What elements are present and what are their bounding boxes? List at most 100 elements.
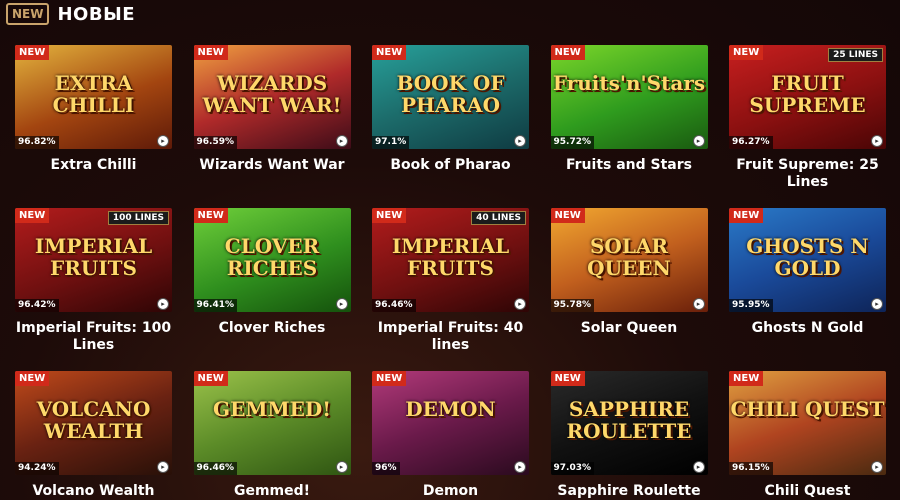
game-card[interactable]: CHILI QUEST NEW 96.15% ▸ Chili Quest [729,371,886,500]
provider-icon: ▸ [335,298,348,310]
new-badge: NEW [372,45,407,60]
rtp-label: 96.15% [729,462,773,475]
rtp-label: 96.46% [372,299,416,312]
rtp-label: 97.1% [372,136,410,149]
game-logo-art: VOLCANO WEALTH [36,397,151,444]
game-logo-art: Fruits'n'Stars [552,71,706,96]
provider-icon: ▸ [871,298,883,310]
provider-icon: ▸ [871,461,883,473]
game-name[interactable]: Extra Chilli [15,157,172,174]
game-name[interactable]: Gemmed! [194,483,351,500]
game-logo-art: FRUIT SUPREME [749,71,866,118]
game-card[interactable]: IMPERIAL FRUITS NEW 100 LINES 96.42% ▸ Imperi… [15,208,172,354]
game-thumbnail[interactable]: EXTRA CHILLI NEW 96.82% ▸ [15,45,172,149]
game-logo-art: SOLAR QUEEN [587,234,671,281]
rtp-label: 96.82% [15,136,59,149]
game-thumbnail[interactable]: SAPPHIRE ROULETTE NEW 97.03% ▸ [550,371,708,475]
game-card[interactable]: SAPPHIRE ROULETTE NEW 97.03% ▸ Sapphire Roul… [550,371,708,500]
game-logo-art: GHOSTS N GOLD [746,234,869,281]
provider-icon: ▸ [335,135,348,147]
game-thumbnail[interactable]: DEMON NEW 96% ▸ [372,371,529,475]
game-thumbnail[interactable]: WIZARDS WANT WAR! NEW 96.59% ▸ [193,45,351,149]
game-name[interactable]: Sapphire Roulette [551,483,708,500]
provider-icon: ▸ [157,461,169,473]
rtp-label: 96.41% [193,299,237,312]
lines-badge: 100 LINES [107,211,169,225]
game-card[interactable]: FRUIT SUPREME NEW 25 LINES 96.27% ▸ Fruit Sup… [729,45,886,191]
game-name[interactable]: Ghosts N Gold [729,320,886,337]
game-name[interactable]: Fruits and Stars [551,157,708,174]
rtp-label: 94.24% [15,462,59,475]
game-logo-art: SAPPHIRE ROULETTE [566,397,692,444]
game-card[interactable]: Fruits'n'Stars NEW 95.72% ▸ Fruits and Stars [550,45,708,174]
game-name[interactable]: Volcano Wealth [15,483,172,500]
new-badge: NEW [15,208,50,223]
game-card[interactable]: VOLCANO WEALTH NEW 94.24% ▸ Volcano Wealth [15,371,172,500]
game-card[interactable]: EXTRA CHILLI NEW 96.82% ▸ Extra Chilli [15,45,172,174]
rtp-label: 96.42% [15,299,59,312]
provider-icon: ▸ [514,461,526,473]
section-header: NEW НОВЫЕ [6,2,135,26]
new-badge: NEW [15,371,50,386]
game-thumbnail[interactable]: GHOSTS N GOLD NEW 95.95% ▸ [729,208,886,312]
game-logo-art: WIZARDS WANT WAR! [202,71,342,118]
game-thumbnail[interactable]: FRUIT SUPREME NEW 25 LINES 96.27% ▸ [729,45,886,149]
game-name[interactable]: Fruit Supreme: 25 Lines [729,157,886,191]
rtp-label: 95.95% [729,299,773,312]
game-logo-art: EXTRA CHILLI [52,71,135,118]
game-card[interactable]: SOLAR QUEEN NEW 95.78% ▸ Solar Queen [550,208,708,337]
new-section-badge: NEW [6,3,50,25]
game-thumbnail[interactable]: IMPERIAL FRUITS NEW 100 LINES 96.42% ▸ [15,208,172,312]
provider-icon: ▸ [514,135,526,147]
game-logo-art: IMPERIAL FRUITS [34,234,153,281]
game-card[interactable]: WIZARDS WANT WAR! NEW 96.59% ▸ Wizards Want … [193,45,351,174]
game-thumbnail[interactable]: VOLCANO WEALTH NEW 94.24% ▸ [15,371,172,475]
rtp-label: 96.46% [193,462,237,475]
game-logo-art: GEMMED! [213,397,331,422]
lines-badge: 40 LINES [471,211,526,225]
provider-icon: ▸ [157,135,169,147]
game-card[interactable]: BOOK OF PHARAO NEW 97.1% ▸ Book of Pharao [372,45,529,174]
game-thumbnail[interactable]: IMPERIAL FRUITS NEW 40 LINES 96.46% ▸ [372,208,529,312]
game-logo-art: BOOK OF PHARAO [396,71,505,118]
provider-icon: ▸ [871,135,883,147]
game-thumbnail[interactable]: GEMMED! NEW 96.46% ▸ [193,371,351,475]
game-name[interactable]: Imperial Fruits: 40 lines [372,320,529,354]
game-name[interactable]: Wizards Want War [194,157,351,174]
rtp-label: 96.27% [729,136,773,149]
game-thumbnail[interactable]: SOLAR QUEEN NEW 95.78% ▸ [550,208,708,312]
game-thumbnail[interactable]: CLOVER RICHES NEW 96.41% ▸ [193,208,351,312]
game-name[interactable]: Demon [372,483,529,500]
game-card[interactable]: GEMMED! NEW 96.46% ▸ Gemmed! [193,371,351,500]
section-title: НОВЫЕ [57,3,136,25]
new-badge: NEW [729,208,764,223]
game-name[interactable]: Imperial Fruits: 100 Lines [15,320,172,354]
rtp-label: 97.03% [550,462,594,475]
new-badge: NEW [372,371,407,386]
game-name[interactable]: Book of Pharao [372,157,529,174]
provider-icon: ▸ [514,298,526,310]
game-thumbnail[interactable]: CHILI QUEST NEW 96.15% ▸ [729,371,886,475]
game-name[interactable]: Clover Riches [194,320,351,337]
game-name[interactable]: Chili Quest [729,483,886,500]
game-card[interactable]: IMPERIAL FRUITS NEW 40 LINES 96.46% ▸ Imperia… [372,208,529,354]
lines-badge: 25 LINES [828,48,883,62]
new-badge: NEW [729,371,764,386]
new-badge: NEW [193,45,228,60]
rtp-label: 96.59% [193,136,237,149]
game-name[interactable]: Solar Queen [551,320,708,337]
new-badge: NEW [550,45,585,60]
game-thumbnail[interactable]: Fruits'n'Stars NEW 95.72% ▸ [550,45,708,149]
new-badge: NEW [372,208,407,223]
provider-icon: ▸ [335,461,348,473]
game-logo-art: IMPERIAL FRUITS [391,234,510,281]
provider-icon: ▸ [692,298,705,310]
provider-icon: ▸ [692,135,705,147]
new-badge: NEW [193,371,228,386]
provider-icon: ▸ [692,461,705,473]
game-card[interactable]: DEMON NEW 96% ▸ Demon [372,371,529,500]
game-card[interactable]: CLOVER RICHES NEW 96.41% ▸ Clover Riches [193,208,351,337]
provider-icon: ▸ [157,298,169,310]
game-thumbnail[interactable]: BOOK OF PHARAO NEW 97.1% ▸ [372,45,529,149]
game-card[interactable]: GHOSTS N GOLD NEW 95.95% ▸ Ghosts N Gold [729,208,886,337]
